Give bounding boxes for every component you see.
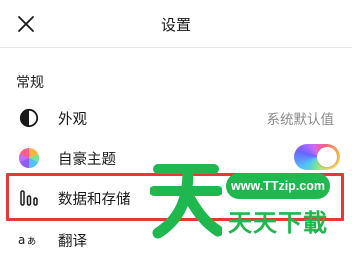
- settings-page: 设置 常规 外观 系统默认值 自豪主题 数据和存储 a ぁ 翻译 www.TTz…: [0, 0, 352, 263]
- bar-chart-icon: [18, 187, 40, 209]
- settings-row-appearance[interactable]: 外观 系统默认值: [0, 98, 352, 138]
- row-label: 翻译: [58, 234, 87, 250]
- watermark-text: 天天下載: [228, 209, 328, 237]
- watermark-url: www.TTzip.com: [226, 173, 330, 199]
- translate-icon: a ぁ: [18, 229, 40, 251]
- row-label: 数据和存储: [58, 192, 131, 208]
- color-wheel-icon: [18, 147, 40, 169]
- toggle-knob: [317, 147, 337, 167]
- svg-text:ぁ: ぁ: [26, 234, 37, 247]
- settings-row-pride-theme[interactable]: 自豪主题: [0, 138, 352, 178]
- row-label: 自豪主题: [58, 152, 116, 168]
- svg-text:a: a: [18, 233, 25, 247]
- section-title-general: 常规: [16, 75, 44, 91]
- page-title: 设置: [160, 16, 191, 34]
- row-value: 系统默认值: [266, 112, 335, 128]
- contrast-icon: [18, 107, 40, 129]
- row-label: 外观: [58, 112, 87, 128]
- header-bar: 设置: [0, 0, 352, 48]
- pride-theme-toggle[interactable]: [294, 144, 340, 170]
